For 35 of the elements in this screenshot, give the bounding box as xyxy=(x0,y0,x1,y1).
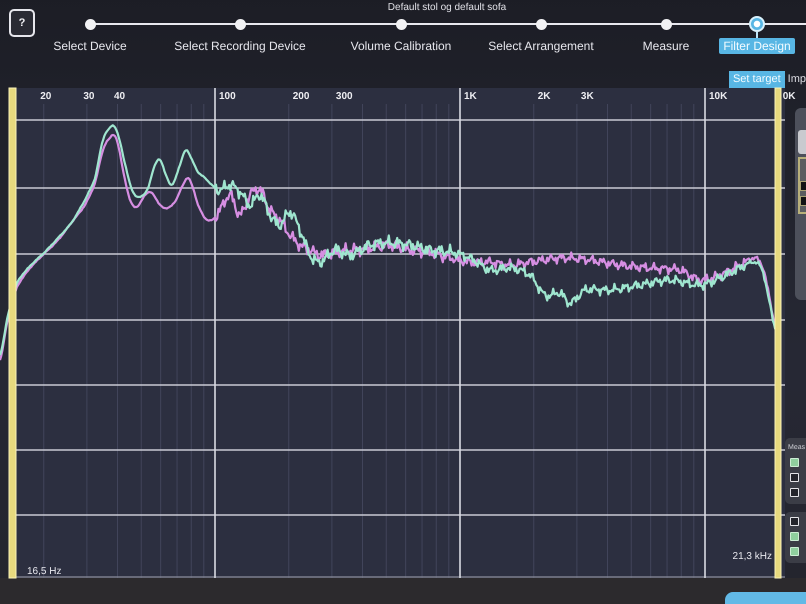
range-label: 16,5 Hz xyxy=(27,566,62,577)
step-tab[interactable]: Select Recording Device xyxy=(170,38,310,54)
frequency-label: 20 xyxy=(40,91,52,102)
frequency-label: 10K xyxy=(709,91,728,102)
current-step-icon xyxy=(749,16,765,32)
frequency-label: 1K xyxy=(464,91,477,102)
checkbox[interactable] xyxy=(790,473,799,482)
step-dot-icon xyxy=(536,18,546,30)
checkbox[interactable] xyxy=(790,458,799,467)
frequency-label: 3K xyxy=(580,91,594,102)
frequency-label: 2K xyxy=(538,91,551,102)
frequency-label: 300 xyxy=(336,91,353,102)
step-dot-icon xyxy=(660,18,672,30)
step-dot-icon xyxy=(396,18,406,30)
range-label: 21,3 kHz xyxy=(732,551,772,562)
checkbox[interactable] xyxy=(790,517,799,526)
step-tab[interactable]: Measure xyxy=(638,38,694,54)
setup-title: Default stol og default sofa xyxy=(388,1,506,15)
step-dot-icon xyxy=(234,18,246,30)
step-dot-icon xyxy=(84,18,96,30)
step-tab[interactable]: Volume Calibration xyxy=(346,38,456,54)
frequency-label: 200 xyxy=(292,91,310,102)
checkbox[interactable] xyxy=(790,488,799,497)
range-handle[interactable] xyxy=(774,88,782,578)
checkbox[interactable] xyxy=(790,547,799,556)
frequency-label: 30 xyxy=(83,91,94,102)
step-tab[interactable]: Select Arrangement xyxy=(484,38,598,54)
range-handle[interactable] xyxy=(8,88,16,578)
help-button[interactable]: ? xyxy=(9,9,35,37)
checkbox[interactable] xyxy=(790,532,799,541)
step-tab[interactable]: Select Device xyxy=(49,38,131,54)
frequency-label: 100 xyxy=(219,91,236,102)
frequency-label: 0K xyxy=(782,91,796,102)
sub-tab[interactable]: Imp xyxy=(786,71,806,88)
frequency-label: 40 xyxy=(114,91,126,102)
